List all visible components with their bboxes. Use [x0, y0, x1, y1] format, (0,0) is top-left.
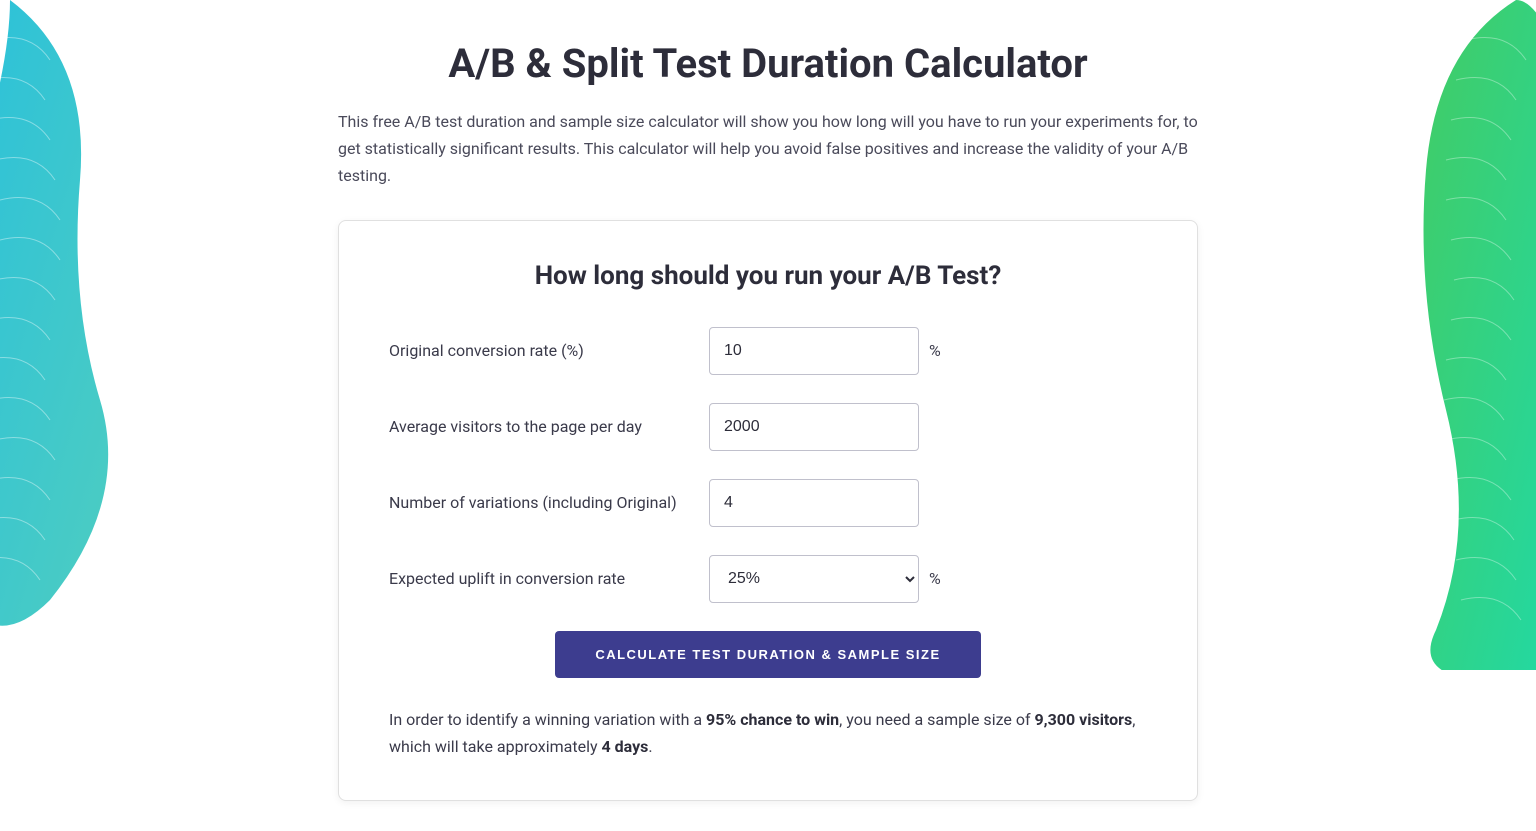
- uplift-label: Expected uplift in conversion rate: [389, 569, 709, 588]
- result-text: In order to identify a winning variation…: [389, 706, 1147, 760]
- uplift-input-wrapper: 5% 10% 15% 20% 25% 30% 35% 40% 50% %: [709, 555, 941, 603]
- blob-left-decoration: [0, 0, 170, 630]
- card-heading: How long should you run your A/B Test?: [389, 261, 1147, 291]
- conversion-rate-row: Original conversion rate (%) %: [389, 327, 1147, 375]
- visitors-label: Average visitors to the page per day: [389, 417, 709, 436]
- page-description: This free A/B test duration and sample s…: [338, 108, 1198, 190]
- variations-row: Number of variations (including Original…: [389, 479, 1147, 527]
- uplift-unit: %: [929, 569, 941, 588]
- blob-right-decoration: [1376, 0, 1536, 670]
- calculate-button[interactable]: CALCULATE TEST DURATION & SAMPLE SIZE: [555, 631, 980, 678]
- page-title: A/B & Split Test Duration Calculator: [338, 40, 1198, 88]
- conversion-rate-unit: %: [929, 341, 941, 360]
- variations-input-wrapper: [709, 479, 919, 527]
- page-wrapper: A/B & Split Test Duration Calculator Thi…: [0, 0, 1536, 831]
- calculator-card: How long should you run your A/B Test? O…: [338, 220, 1198, 801]
- visitors-input-wrapper: [709, 403, 919, 451]
- uplift-select[interactable]: 5% 10% 15% 20% 25% 30% 35% 40% 50%: [709, 555, 919, 603]
- uplift-row: Expected uplift in conversion rate 5% 10…: [389, 555, 1147, 603]
- conversion-rate-input-wrapper: %: [709, 327, 941, 375]
- main-content: A/B & Split Test Duration Calculator Thi…: [318, 0, 1218, 831]
- visitors-row: Average visitors to the page per day: [389, 403, 1147, 451]
- variations-label: Number of variations (including Original…: [389, 493, 709, 512]
- result-days: 4 days: [602, 737, 649, 756]
- conversion-rate-input[interactable]: [709, 327, 919, 375]
- variations-input[interactable]: [709, 479, 919, 527]
- result-end: .: [648, 737, 652, 756]
- conversion-rate-label: Original conversion rate (%): [389, 341, 709, 360]
- visitors-input[interactable]: [709, 403, 919, 451]
